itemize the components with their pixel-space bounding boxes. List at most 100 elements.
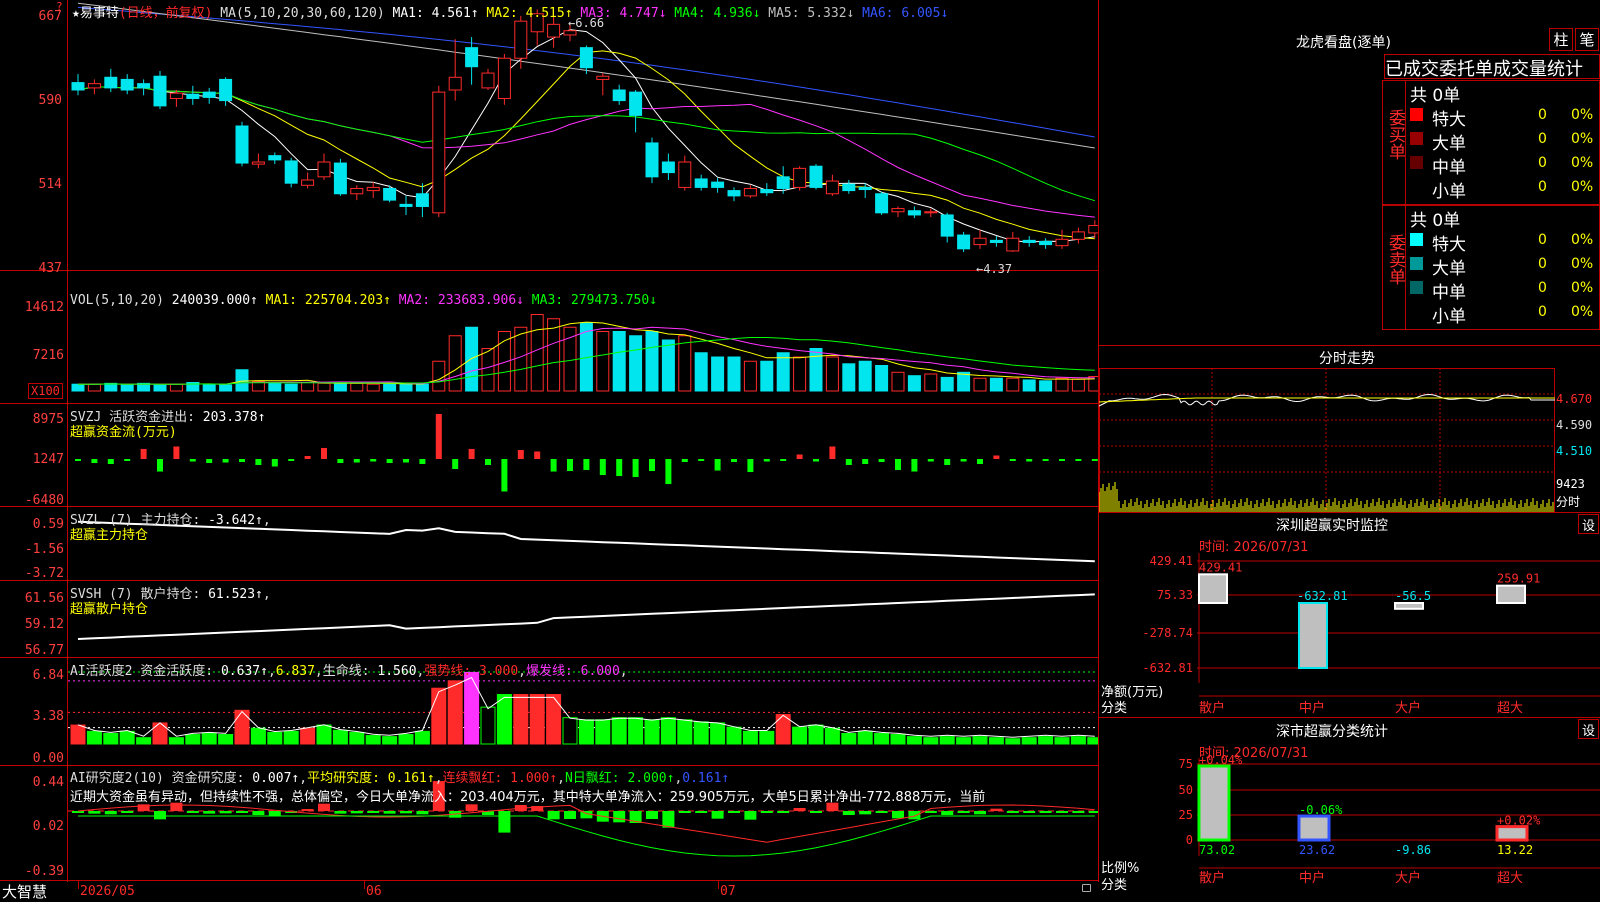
candle-body <box>924 211 938 214</box>
volume-bar <box>153 384 167 392</box>
row-name: 特大 <box>1432 235 1466 255</box>
volume-bar <box>235 369 249 392</box>
research-bar <box>564 811 576 819</box>
candle-body <box>793 167 807 188</box>
x-tick <box>78 881 79 889</box>
volume-bar <box>989 377 1003 392</box>
row-pct: 0% <box>1571 131 1594 147</box>
tab-orders[interactable]: 委托单 <box>1439 55 1493 78</box>
intraday-chart[interactable] <box>1099 368 1600 513</box>
ai-activity-title: AI活跃度2 资金活跃度: 0.637↑,6.837,生命线: 1.560,强势… <box>70 660 628 679</box>
candle-body <box>235 125 249 164</box>
volume-bar <box>973 377 987 392</box>
vol-title-part: MA3: <box>523 293 571 308</box>
research-bar <box>908 811 921 820</box>
candle-body <box>497 57 511 99</box>
candle-body <box>563 30 577 36</box>
y-tick: 50 <box>1179 783 1193 797</box>
activity-bar <box>1054 737 1070 745</box>
value-label: -56.5 <box>1395 589 1431 603</box>
green-research-line <box>78 815 1095 857</box>
category-label: 散户 <box>1199 700 1225 716</box>
volume-bar <box>1071 378 1085 392</box>
activity-bar <box>300 727 316 745</box>
fund-flow-bar <box>124 459 131 462</box>
fund-flow-bar <box>239 459 245 463</box>
sz-class-chart[interactable]: 75 50 25 0 +0.04% -0.06% +0.02% 73.02 23.62 -9.86… <box>1099 718 1600 901</box>
row-value: 0 <box>1538 155 1547 171</box>
row-name: 大单 <box>1432 134 1466 154</box>
swatch <box>1410 132 1423 145</box>
row-pct: 0% <box>1571 179 1594 195</box>
research-bar <box>334 811 347 814</box>
buy-left-border <box>1405 81 1406 204</box>
fund-flow-bar <box>944 459 951 466</box>
candle-body <box>973 237 987 246</box>
activity-bar <box>710 722 726 745</box>
avg-price-line <box>1099 397 1555 403</box>
category-label: 中户 <box>1299 700 1325 716</box>
fund-flow-bar <box>649 459 655 472</box>
tab-filled[interactable]: 已成交 <box>1385 55 1439 78</box>
candlestick-chart[interactable] <box>68 0 1098 270</box>
tab-volume[interactable]: 成交量 <box>1493 55 1547 78</box>
main-title-part: MA4: <box>666 6 714 21</box>
volume-chart[interactable] <box>68 271 1098 403</box>
intraday-vol-unit: 分时 <box>1556 495 1581 509</box>
tick-mode-button[interactable]: 笔 <box>1575 28 1599 51</box>
candle-body <box>661 161 675 174</box>
research-bar <box>728 811 740 813</box>
lock-icon[interactable] <box>1082 884 1091 892</box>
sell-row: 大单 0 0% <box>1410 254 1600 279</box>
research-bar <box>121 811 134 813</box>
ar-title-part: , <box>299 771 308 786</box>
candle-body <box>317 161 331 178</box>
volume-bar <box>924 373 938 392</box>
y-tick: 0.59 <box>32 517 64 532</box>
research-bar <box>350 811 363 814</box>
candle-body <box>186 93 200 99</box>
fund-flow-bar <box>370 459 377 462</box>
fund-flow-bar <box>698 459 705 461</box>
volume-bar <box>825 356 839 392</box>
volume-bar <box>694 352 708 392</box>
research-bar <box>252 811 265 815</box>
candle-body <box>596 75 610 80</box>
y-tick: -278.74 <box>1142 626 1193 640</box>
activity-bar <box>185 734 201 745</box>
volume-bar <box>383 383 397 392</box>
research-bar <box>990 808 1003 811</box>
row-value: 0 <box>1538 179 1547 195</box>
price-line <box>1099 393 1555 407</box>
activity-bar <box>464 671 480 745</box>
row-name: 大单 <box>1432 259 1466 279</box>
volume-bar <box>71 383 85 392</box>
ai-title-part: 强势线: 3.000 <box>424 664 519 679</box>
y-tick: 75.33 <box>1157 588 1193 602</box>
y-tick: 4.510 <box>1556 444 1593 458</box>
category-label: 超大 <box>1497 871 1523 886</box>
bar-mode-button[interactable]: 柱 <box>1549 28 1573 51</box>
ar-title-part: AI研究度2(10) 资金研究度: <box>70 771 253 786</box>
swatch <box>1410 305 1423 318</box>
research-bar <box>842 811 855 815</box>
activity-bar <box>988 737 1004 745</box>
buy-row: 大单 0 0% <box>1410 129 1600 154</box>
sz-monitor-panel: 深圳超赢实时监控 设 时间: 2026/07/31 429.41 75.33 -27… <box>1099 512 1600 717</box>
candle-body <box>366 186 380 192</box>
sz-net-chart[interactable]: 429.41 75.33 -278.74 -632.81 429.41 -632.81 -5… <box>1099 513 1600 718</box>
candle-body <box>465 47 479 68</box>
ai-title-part: 爆发线: 6.000 <box>525 664 620 679</box>
tab-stats[interactable]: 统计 <box>1547 55 1583 78</box>
research-bar <box>219 811 232 814</box>
row-value: 0 <box>1538 280 1547 296</box>
activity-bar <box>628 717 644 745</box>
activity-bar <box>201 732 217 745</box>
candle-body <box>1088 225 1098 234</box>
ar-title-part: 0.161↑ <box>682 771 730 786</box>
y-tick: 6.84 <box>32 668 64 683</box>
research-bar <box>760 811 773 813</box>
candle-body <box>415 193 429 207</box>
ratio-bar <box>1197 764 1231 842</box>
value-label: -632.81 <box>1297 589 1348 603</box>
